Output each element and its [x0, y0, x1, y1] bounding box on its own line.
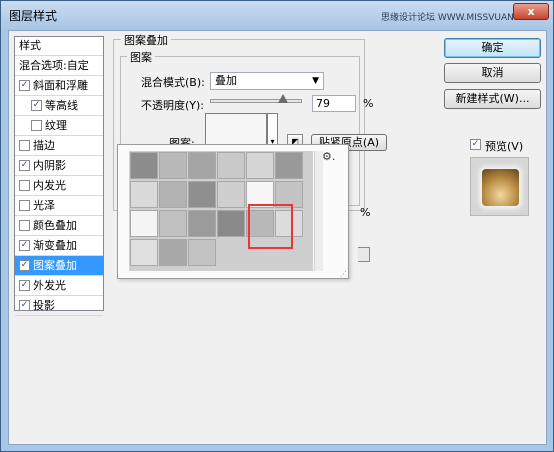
style-list-label: 颜色叠加 [33, 219, 77, 232]
new-style-button[interactable]: 新建样式(W)... [444, 89, 541, 109]
style-list-label: 光泽 [33, 199, 55, 212]
blend-mode-select[interactable]: 叠加 ▼ [210, 72, 324, 90]
group-title: 图案叠加 [121, 32, 171, 48]
opacity-unit: % [363, 97, 374, 110]
close-button[interactable]: x [513, 3, 549, 20]
style-list-item[interactable]: 颜色叠加 [15, 216, 103, 236]
pattern-tile[interactable] [217, 210, 245, 237]
layer-style-dialog: 图层样式 思缘设计论坛 WWW.MISSVUAN.COM x 样式混合选项:自定… [0, 0, 554, 452]
style-list-item[interactable]: ✓ 斜面和浮雕 [15, 76, 103, 96]
window-title: 图层样式 [9, 9, 58, 23]
pattern-tile[interactable] [159, 210, 187, 237]
style-checkbox[interactable] [19, 220, 30, 231]
style-list-item[interactable]: ✓ 渐变叠加 [15, 236, 103, 256]
pattern-tile[interactable] [275, 152, 303, 179]
blend-mode-value: 叠加 [215, 74, 237, 87]
pattern-tile[interactable] [188, 239, 216, 266]
style-list-item[interactable]: 内发光 [15, 176, 103, 196]
style-list-label: 外发光 [33, 279, 66, 292]
style-preview [470, 157, 529, 216]
style-list: 样式 混合选项:自定 ✓ 斜面和浮雕 ✓ 等高线 纹理 描边 ✓ 内阴影 内发光 光泽 颜色叠加 ✓ 渐变叠… [14, 36, 104, 316]
chevron-down-icon: ▼ [312, 76, 319, 86]
pattern-tile[interactable] [188, 152, 216, 179]
gear-icon[interactable]: ⚙. [322, 150, 335, 163]
style-checkbox[interactable]: ✓ [19, 260, 30, 271]
style-list-label: 图案叠加 [33, 259, 77, 272]
style-checkbox[interactable] [19, 140, 30, 151]
style-list-item[interactable]: 混合选项:自定 [15, 56, 103, 76]
pattern-tile[interactable] [130, 181, 158, 208]
style-list-label: 描边 [33, 139, 55, 152]
style-list-item[interactable]: ✓ 外发光 [15, 276, 103, 296]
pattern-tile[interactable] [217, 181, 245, 208]
opacity-label: 不透明度(Y): [141, 99, 205, 112]
style-list-item[interactable]: 描边 [15, 136, 103, 156]
style-checkbox[interactable] [31, 120, 42, 131]
pattern-tile[interactable] [188, 181, 216, 208]
style-list-item[interactable]: ✓ 图案叠加 [15, 256, 103, 276]
title-bar[interactable]: 图层样式 思缘设计论坛 WWW.MISSVUAN.COM x [1, 1, 553, 29]
preview-thumbnail [482, 169, 519, 206]
style-checkbox[interactable]: ✓ [19, 80, 30, 91]
style-list-label: 等高线 [45, 99, 78, 112]
style-list-item[interactable]: 光泽 [15, 196, 103, 216]
style-checkbox[interactable]: ✓ [31, 100, 42, 111]
style-list-item[interactable]: ✓ 内阴影 [15, 156, 103, 176]
pattern-tile[interactable] [130, 239, 158, 266]
style-checkbox[interactable] [19, 200, 30, 211]
pattern-picker-popup: ⚙. ⋰ [117, 144, 349, 279]
pattern-scrollbar[interactable] [314, 151, 323, 271]
style-list-item[interactable]: 样式 [15, 36, 103, 56]
style-checkbox[interactable]: ✓ [19, 240, 30, 251]
pattern-tile[interactable] [188, 210, 216, 237]
style-list-label: 内发光 [33, 179, 66, 192]
style-checkbox[interactable]: ✓ [19, 160, 30, 171]
style-checkbox[interactable] [19, 180, 30, 191]
opacity-slider-thumb[interactable] [277, 94, 288, 103]
style-list-label: 样式 [19, 39, 41, 52]
opacity-input[interactable]: 79 [312, 95, 356, 112]
opacity-slider-track[interactable] [210, 99, 302, 103]
pattern-tile[interactable] [130, 152, 158, 179]
style-list-label: 混合选项:自定 [19, 59, 89, 72]
style-list-label: 斜面和浮雕 [33, 79, 88, 92]
ok-button[interactable]: 确定 [444, 38, 541, 58]
hidden-scale-unit: % [360, 206, 371, 219]
resize-grip-icon[interactable]: ⋰ [340, 270, 347, 278]
style-list-label: 内阴影 [33, 159, 66, 172]
preview-checkbox[interactable]: ✓ [470, 139, 481, 150]
style-checkbox[interactable]: ✓ [19, 300, 30, 311]
subgroup-title: 图案 [127, 49, 155, 65]
pattern-tile[interactable] [246, 152, 274, 179]
pattern-tile[interactable] [159, 239, 187, 266]
style-list-item[interactable]: ✓ 投影 [15, 296, 103, 316]
preview-label: 预览(V) [485, 140, 524, 153]
style-list-item[interactable]: ✓ 等高线 [15, 96, 103, 116]
pattern-tile[interactable] [159, 181, 187, 208]
pattern-tile[interactable] [159, 152, 187, 179]
pattern-tile[interactable] [217, 152, 245, 179]
style-list-label: 渐变叠加 [33, 239, 77, 252]
highlight-box [248, 204, 293, 249]
style-checkbox[interactable]: ✓ [19, 280, 30, 291]
style-list-label: 投影 [33, 299, 55, 312]
blend-mode-label: 混合模式(B): [141, 76, 205, 89]
cancel-button[interactable]: 取消 [444, 63, 541, 83]
style-list-label: 纹理 [45, 119, 67, 132]
pattern-tile[interactable] [130, 210, 158, 237]
obscured-button-edge[interactable] [358, 247, 370, 262]
style-list-item[interactable]: 纹理 [15, 116, 103, 136]
